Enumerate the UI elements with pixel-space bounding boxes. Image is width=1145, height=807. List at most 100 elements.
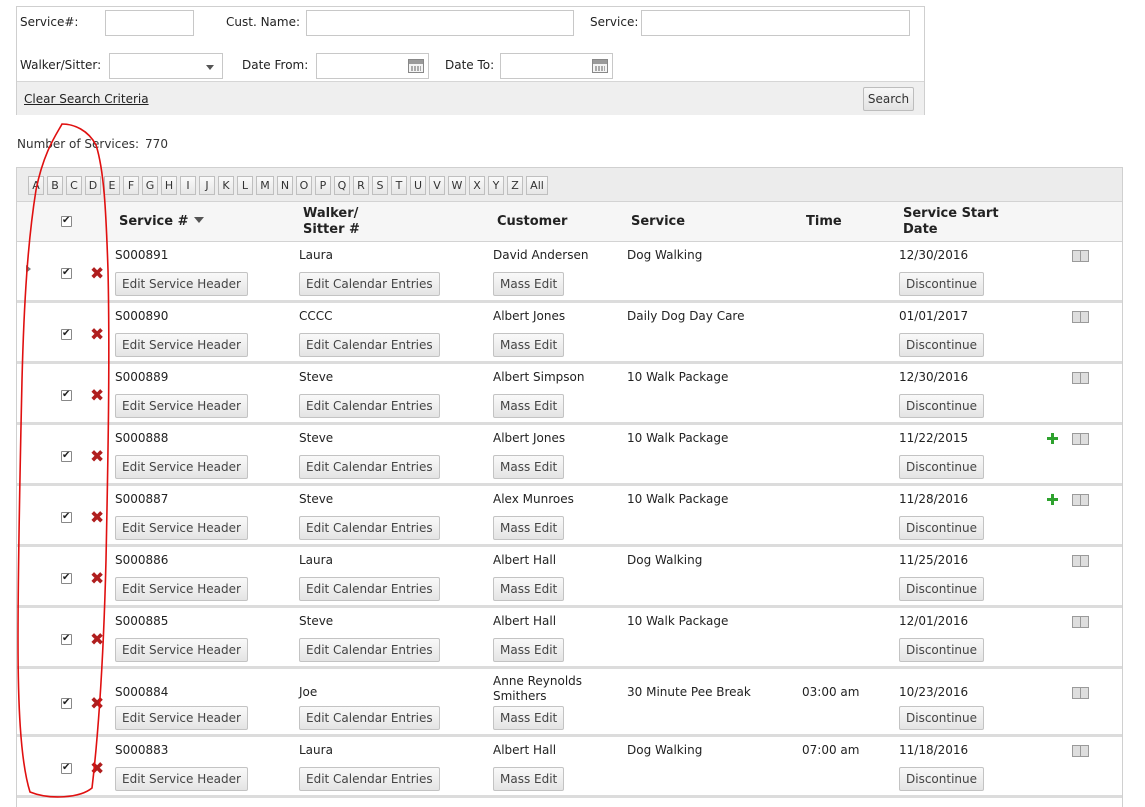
delete-icon[interactable]: ✖: [90, 571, 104, 588]
row-select-checkbox[interactable]: [61, 696, 72, 710]
select-all-checkbox[interactable]: [61, 214, 72, 228]
alphabet-filter-a[interactable]: A: [28, 176, 44, 195]
alphabet-filter-r[interactable]: R: [353, 176, 369, 195]
column-header-service-no[interactable]: Service #: [119, 214, 205, 230]
edit-calendar-entries-button[interactable]: Edit Calendar Entries: [299, 272, 440, 296]
discontinue-button[interactable]: Discontinue: [899, 333, 985, 357]
book-icon[interactable]: [1072, 745, 1089, 757]
alphabet-filter-o[interactable]: O: [296, 176, 312, 195]
alphabet-filter-t[interactable]: T: [391, 176, 407, 195]
calendar-icon[interactable]: [408, 59, 424, 73]
delete-icon[interactable]: ✖: [90, 266, 104, 283]
discontinue-button[interactable]: Discontinue: [899, 394, 985, 418]
edit-service-header-button[interactable]: Edit Service Header: [115, 638, 248, 662]
expand-row-icon[interactable]: [26, 265, 31, 273]
book-icon[interactable]: [1072, 372, 1089, 384]
edit-calendar-entries-button[interactable]: Edit Calendar Entries: [299, 516, 440, 540]
alphabet-filter-u[interactable]: U: [410, 176, 426, 195]
alphabet-filter-b[interactable]: B: [47, 176, 63, 195]
book-icon[interactable]: [1072, 616, 1089, 628]
walker-dropdown[interactable]: [109, 53, 223, 79]
edit-service-header-button[interactable]: Edit Service Header: [115, 272, 248, 296]
column-header-time[interactable]: Time: [806, 214, 842, 230]
alphabet-filter-q[interactable]: Q: [334, 176, 350, 195]
alphabet-filter-all[interactable]: All: [526, 176, 548, 195]
mass-edit-button[interactable]: Mass Edit: [493, 706, 565, 730]
row-select-checkbox[interactable]: [61, 761, 72, 775]
delete-icon[interactable]: ✖: [90, 761, 104, 778]
calendar-icon[interactable]: [592, 59, 608, 73]
alphabet-filter-m[interactable]: M: [256, 176, 274, 195]
discontinue-button[interactable]: Discontinue: [899, 577, 985, 601]
delete-icon[interactable]: ✖: [90, 632, 104, 649]
alphabet-filter-l[interactable]: L: [237, 176, 253, 195]
row-select-checkbox[interactable]: [61, 510, 72, 524]
delete-icon[interactable]: ✖: [90, 449, 104, 466]
alphabet-filter-s[interactable]: S: [372, 176, 388, 195]
date-to-field[interactable]: [500, 53, 613, 79]
edit-calendar-entries-button[interactable]: Edit Calendar Entries: [299, 577, 440, 601]
mass-edit-button[interactable]: Mass Edit: [493, 394, 565, 418]
service-input[interactable]: [641, 10, 910, 36]
book-icon[interactable]: [1072, 433, 1089, 445]
alphabet-filter-d[interactable]: D: [85, 176, 101, 195]
edit-service-header-button[interactable]: Edit Service Header: [115, 455, 248, 479]
delete-icon[interactable]: ✖: [90, 388, 104, 405]
alphabet-filter-j[interactable]: J: [199, 176, 215, 195]
alphabet-filter-h[interactable]: H: [161, 176, 177, 195]
book-icon[interactable]: [1072, 687, 1089, 699]
mass-edit-button[interactable]: Mass Edit: [493, 272, 565, 296]
edit-service-header-button[interactable]: Edit Service Header: [115, 394, 248, 418]
mass-edit-button[interactable]: Mass Edit: [493, 516, 565, 540]
alphabet-filter-z[interactable]: Z: [507, 176, 523, 195]
alphabet-filter-f[interactable]: F: [123, 176, 139, 195]
book-icon[interactable]: [1072, 250, 1089, 262]
row-select-checkbox[interactable]: [61, 632, 72, 646]
alphabet-filter-g[interactable]: G: [142, 176, 158, 195]
book-icon[interactable]: [1072, 555, 1089, 567]
column-header-customer[interactable]: Customer: [497, 214, 567, 230]
edit-service-header-button[interactable]: Edit Service Header: [115, 516, 248, 540]
cust-name-input[interactable]: [306, 10, 574, 36]
clear-search-link[interactable]: Clear Search Criteria: [24, 92, 149, 106]
discontinue-button[interactable]: Discontinue: [899, 272, 985, 296]
mass-edit-button[interactable]: Mass Edit: [493, 577, 565, 601]
edit-service-header-button[interactable]: Edit Service Header: [115, 333, 248, 357]
edit-calendar-entries-button[interactable]: Edit Calendar Entries: [299, 638, 440, 662]
add-icon[interactable]: [1047, 433, 1058, 444]
search-button[interactable]: Search: [863, 87, 914, 111]
row-select-checkbox[interactable]: [61, 571, 72, 585]
edit-service-header-button[interactable]: Edit Service Header: [115, 767, 248, 791]
edit-service-header-button[interactable]: Edit Service Header: [115, 706, 248, 730]
alphabet-filter-c[interactable]: C: [66, 176, 82, 195]
column-header-walker[interactable]: Walker/ Sitter #: [303, 206, 360, 238]
edit-calendar-entries-button[interactable]: Edit Calendar Entries: [299, 767, 440, 791]
delete-icon[interactable]: ✖: [90, 327, 104, 344]
row-select-checkbox[interactable]: [61, 266, 72, 280]
row-select-checkbox[interactable]: [61, 327, 72, 341]
alphabet-filter-x[interactable]: X: [469, 176, 485, 195]
edit-calendar-entries-button[interactable]: Edit Calendar Entries: [299, 333, 440, 357]
alphabet-filter-p[interactable]: P: [315, 176, 331, 195]
discontinue-button[interactable]: Discontinue: [899, 706, 985, 730]
delete-icon[interactable]: ✖: [90, 510, 104, 527]
delete-icon[interactable]: ✖: [90, 696, 104, 713]
edit-calendar-entries-button[interactable]: Edit Calendar Entries: [299, 706, 440, 730]
alphabet-filter-n[interactable]: N: [277, 176, 293, 195]
alphabet-filter-y[interactable]: Y: [488, 176, 504, 195]
row-select-checkbox[interactable]: [61, 449, 72, 463]
book-icon[interactable]: [1072, 311, 1089, 323]
alphabet-filter-k[interactable]: K: [218, 176, 234, 195]
alphabet-filter-w[interactable]: W: [448, 176, 466, 195]
mass-edit-button[interactable]: Mass Edit: [493, 333, 565, 357]
edit-calendar-entries-button[interactable]: Edit Calendar Entries: [299, 455, 440, 479]
column-header-start-date[interactable]: Service Start Date: [903, 206, 999, 238]
book-icon[interactable]: [1072, 494, 1089, 506]
edit-service-header-button[interactable]: Edit Service Header: [115, 577, 248, 601]
discontinue-button[interactable]: Discontinue: [899, 455, 985, 479]
column-header-service[interactable]: Service: [631, 214, 685, 230]
date-from-field[interactable]: [316, 53, 429, 79]
discontinue-button[interactable]: Discontinue: [899, 767, 985, 791]
alphabet-filter-v[interactable]: V: [429, 176, 445, 195]
alphabet-filter-i[interactable]: I: [180, 176, 196, 195]
